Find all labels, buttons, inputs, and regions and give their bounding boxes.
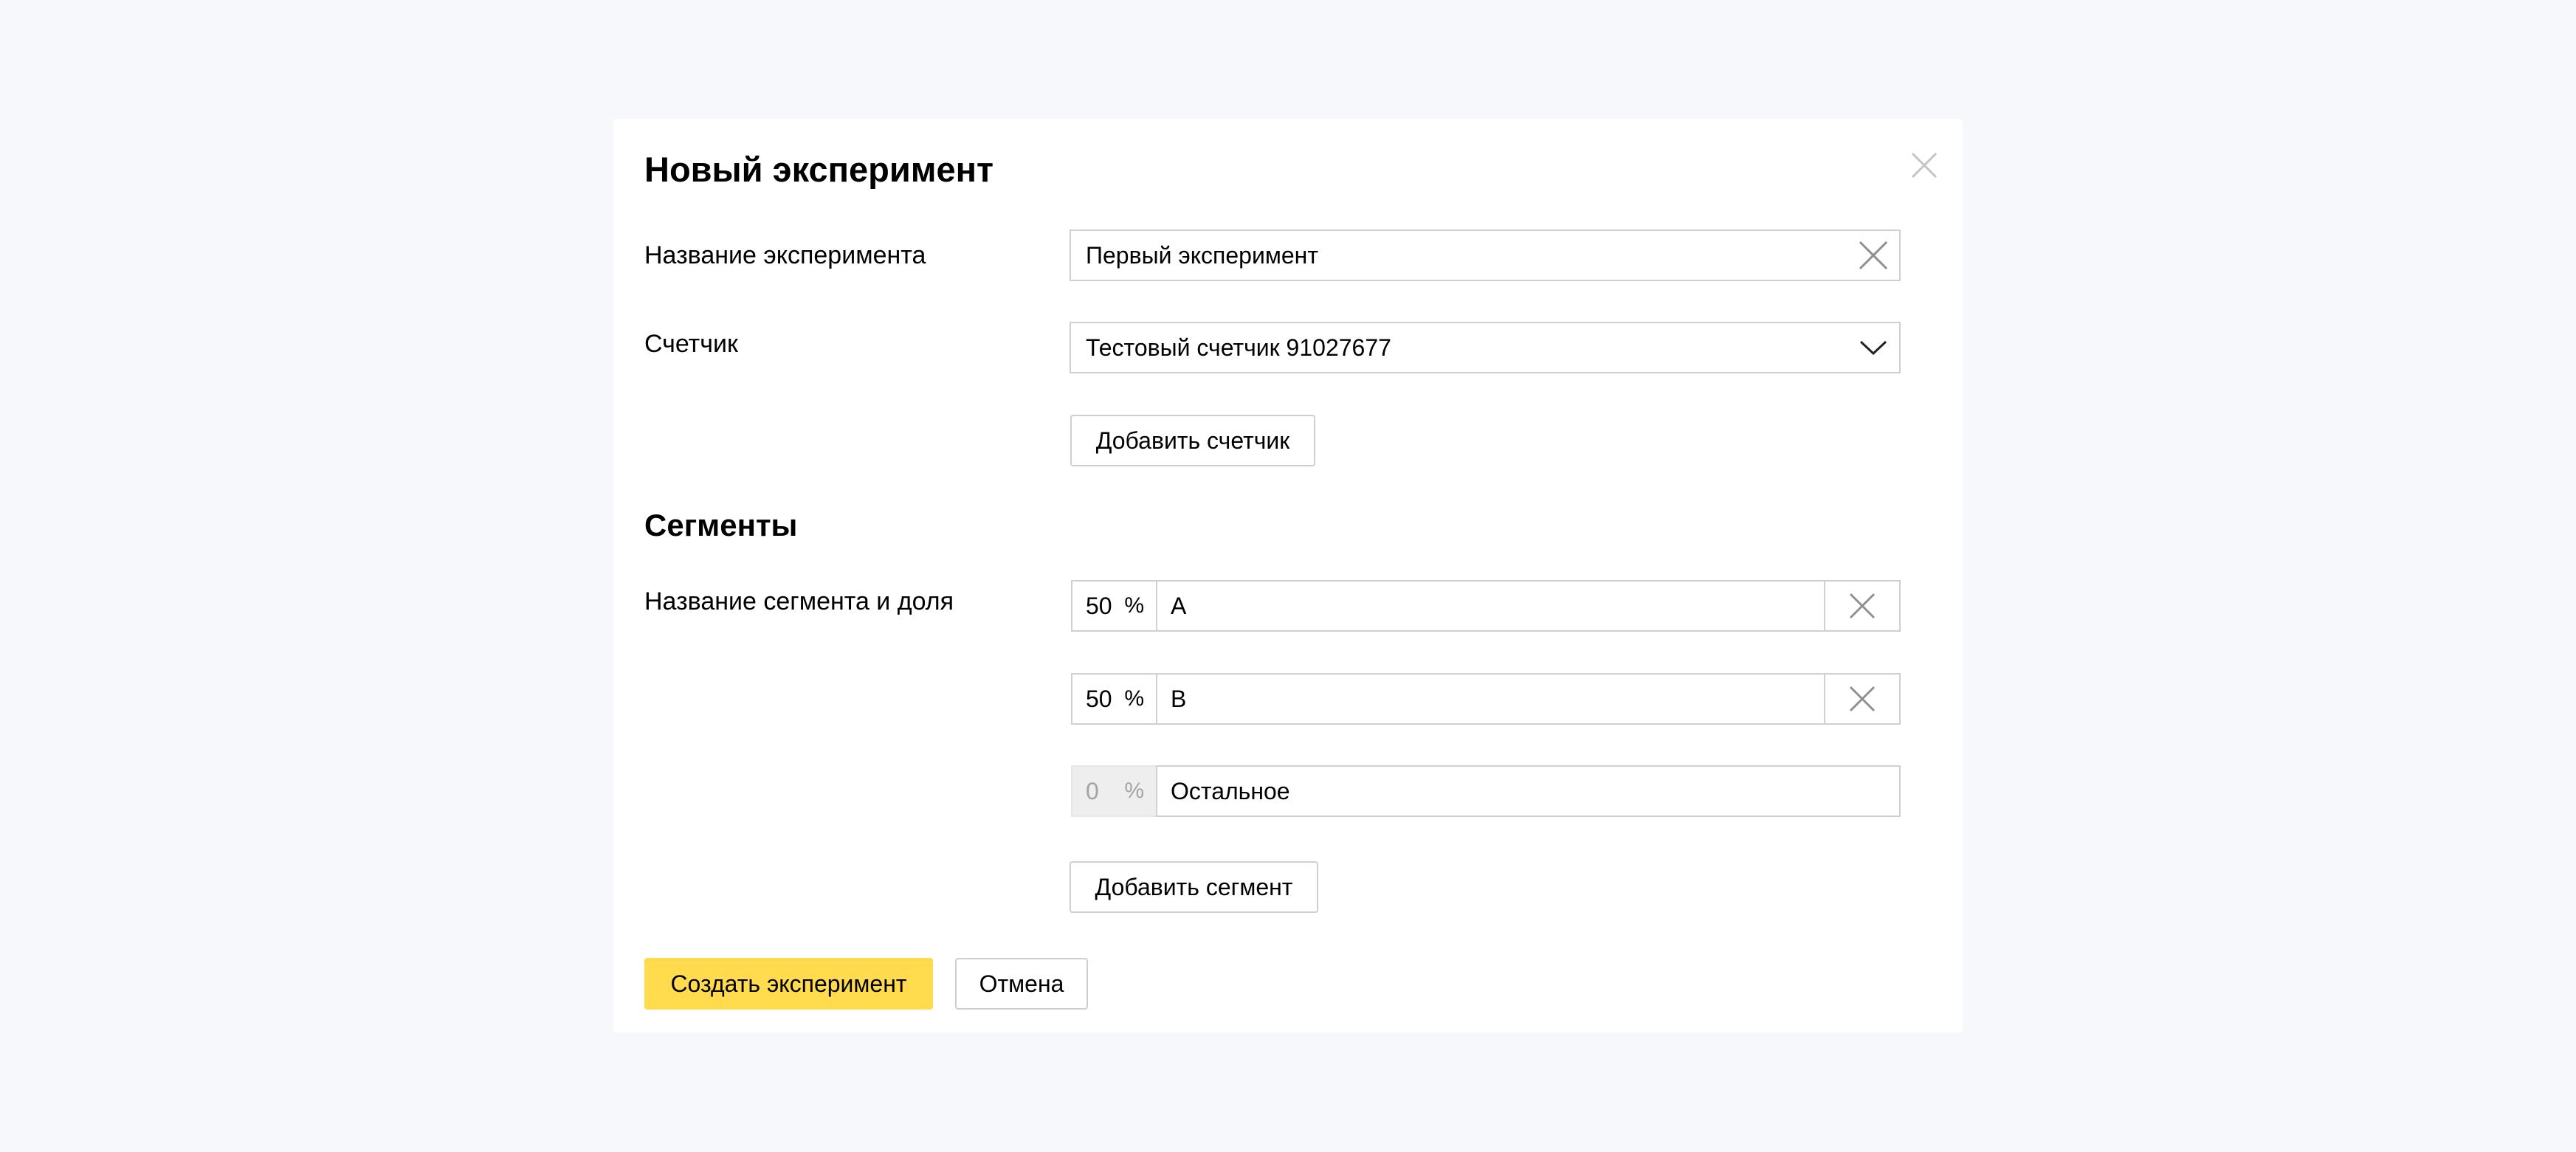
percent-sign: % (1124, 779, 1144, 803)
segment-name-input[interactable]: A (1156, 580, 1825, 632)
clear-icon (1859, 241, 1888, 270)
segment-row-a: 50 % A (1071, 580, 1901, 632)
close-icon (1911, 152, 1938, 179)
experiment-name-value: Первый эксперимент (1086, 241, 1318, 269)
counter-label: Счетчик (644, 330, 738, 358)
counter-select[interactable]: Тестовый счетчик 91027677 (1070, 322, 1901, 373)
segment-name-value: B (1171, 685, 1187, 712)
chevron-down-icon (1847, 323, 1899, 372)
segment-percent-value: 50 (1086, 592, 1112, 619)
remove-segment-button[interactable] (1825, 673, 1901, 725)
dialog-close-button[interactable] (1909, 151, 1939, 180)
segment-name-value: Остальное (1171, 777, 1290, 804)
segment-name-input[interactable]: B (1156, 673, 1825, 725)
create-experiment-button[interactable]: Создать эксперимент (644, 958, 933, 1010)
segments-section-title: Сегменты (644, 508, 798, 542)
close-icon (1849, 686, 1876, 712)
clear-input-button[interactable] (1847, 231, 1899, 280)
experiment-name-input[interactable]: Первый эксперимент (1070, 230, 1901, 281)
counter-selected-value: Тестовый счетчик 91027677 (1086, 334, 1391, 361)
percent-sign: % (1124, 593, 1144, 618)
experiment-name-label: Название эксперимента (644, 241, 926, 269)
segment-name-value: A (1171, 592, 1187, 619)
close-icon (1849, 593, 1876, 619)
segment-percent-value: 50 (1086, 685, 1112, 712)
remove-segment-button[interactable] (1825, 580, 1901, 632)
segment-percent-value: 0 (1086, 777, 1099, 804)
cancel-button[interactable]: Отмена (955, 958, 1088, 1010)
segment-name-input[interactable]: Остальное (1156, 765, 1901, 817)
dialog-title: Новый эксперимент (644, 150, 994, 189)
add-counter-button[interactable]: Добавить счетчик (1070, 415, 1315, 466)
percent-sign: % (1124, 686, 1144, 711)
segment-percent-readonly: 0 % (1071, 765, 1156, 817)
segment-percent-input[interactable]: 50 % (1071, 580, 1156, 632)
add-segment-button[interactable]: Добавить сегмент (1070, 861, 1318, 913)
segment-percent-input[interactable]: 50 % (1071, 673, 1156, 725)
segment-row-b: 50 % B (1071, 673, 1901, 725)
segment-row-rest: 0 % Остальное (1071, 765, 1901, 817)
segment-name-share-label: Название сегмента и доля (644, 587, 954, 615)
